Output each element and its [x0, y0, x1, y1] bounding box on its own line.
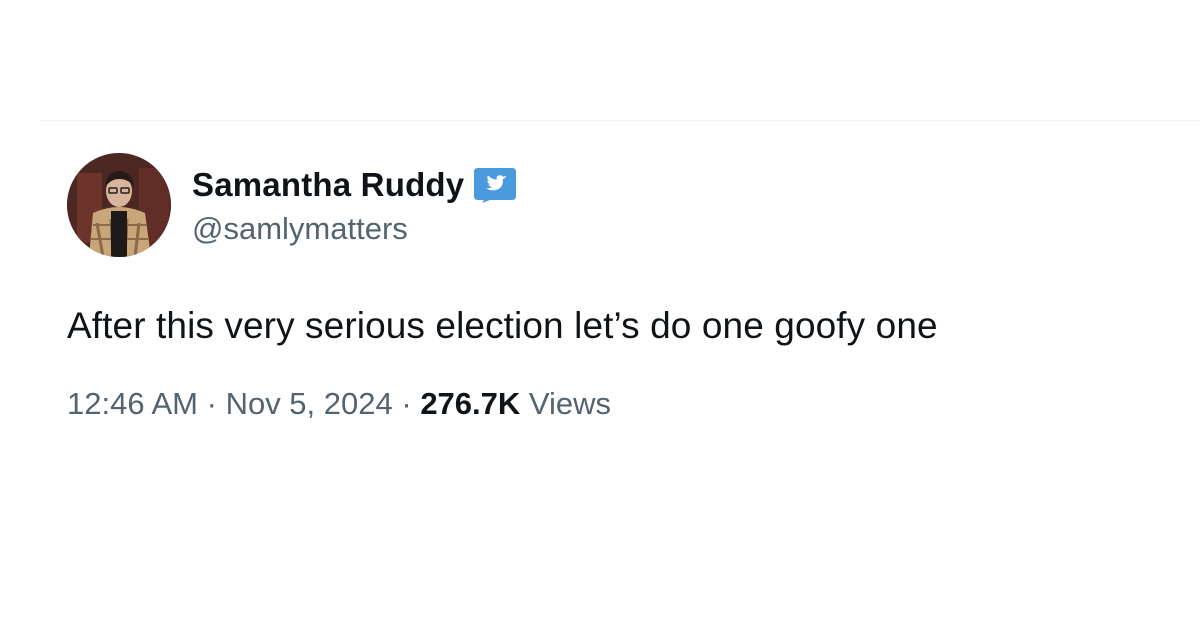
verified-badge-icon: [472, 166, 518, 204]
display-name[interactable]: Samantha Ruddy: [192, 166, 464, 204]
views-label[interactable]: Views: [529, 386, 611, 422]
name-row: Samantha Ruddy: [192, 163, 518, 207]
tweet-meta: 12:46 AM · Nov 5, 2024 · 276.7K Views: [67, 386, 1167, 422]
avatar[interactable]: [67, 153, 171, 257]
tweet-text: After this very serious election let’s d…: [67, 305, 938, 346]
tweet-time[interactable]: 12:46 AM: [67, 386, 198, 422]
separator-dot: ·: [401, 386, 412, 421]
tweet-card: Samantha Ruddy @samlymatters After this …: [67, 152, 1167, 422]
views-count[interactable]: 276.7K: [420, 386, 520, 422]
handle[interactable]: @samlymatters: [192, 211, 518, 247]
author-names: Samantha Ruddy @samlymatters: [192, 163, 518, 247]
views-label-spacer: [520, 386, 529, 422]
avatar-photo-icon: [67, 153, 171, 257]
tweet-date[interactable]: Nov 5, 2024: [226, 386, 393, 422]
separator-dot: ·: [206, 386, 217, 421]
top-divider: [40, 120, 1200, 121]
tweet-header: Samantha Ruddy @samlymatters: [67, 152, 1167, 258]
